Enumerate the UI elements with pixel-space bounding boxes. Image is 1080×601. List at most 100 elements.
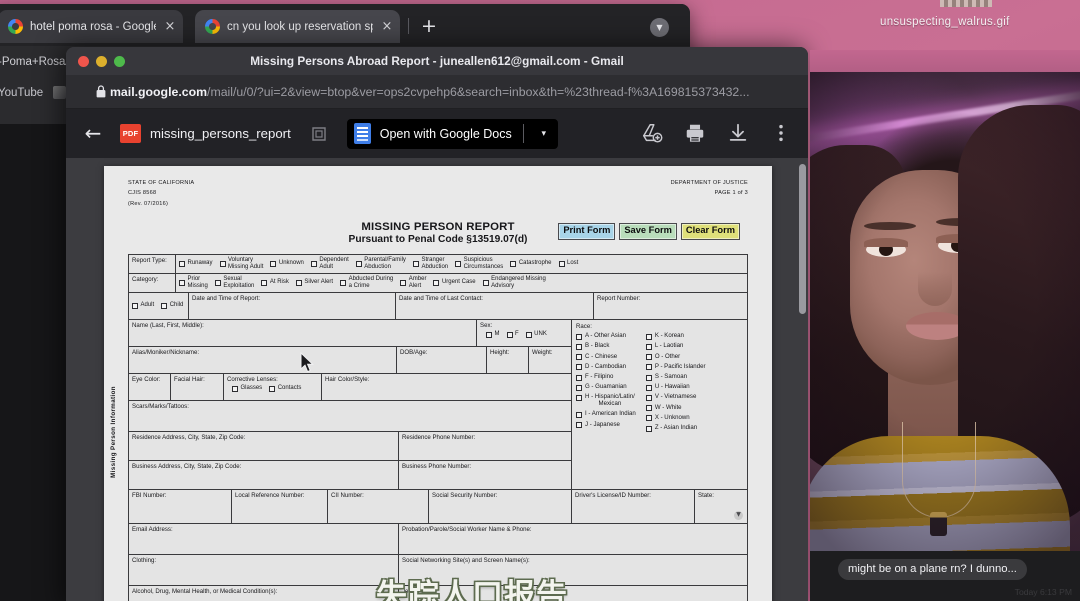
checkbox-box[interactable] xyxy=(645,364,652,371)
minimize-window-button[interactable] xyxy=(96,56,107,67)
maximize-window-button[interactable] xyxy=(114,56,125,67)
checkbox-race-g-guamanian[interactable]: G - Guamanian xyxy=(576,383,636,391)
print-form-button[interactable]: Print Form xyxy=(558,223,616,240)
bookmark-youtube[interactable]: YouTube xyxy=(0,87,43,99)
checkbox-box[interactable] xyxy=(179,279,185,286)
checkbox-box[interactable] xyxy=(576,384,582,391)
checkbox-dependent-adult[interactable]: Dependent Adult xyxy=(310,257,349,271)
checkbox-box[interactable] xyxy=(558,260,565,267)
download-icon[interactable] xyxy=(727,122,751,146)
checkbox-race-a-other-asian[interactable]: A - Other Asian xyxy=(576,332,636,340)
checkbox-box[interactable] xyxy=(576,343,582,350)
browser-tab-2[interactable]: cn you look up reservation sp × xyxy=(195,10,400,43)
checkbox-race-o-other[interactable]: O - Other xyxy=(645,353,706,361)
report-number-field[interactable]: Report Number: xyxy=(594,293,747,319)
eye-color-field[interactable]: Eye Color: xyxy=(129,373,171,400)
checkbox-box[interactable] xyxy=(219,260,226,267)
checkbox-race-p-pacific-islander[interactable]: P - Pacific Islander xyxy=(645,363,706,371)
fbi-number-field[interactable]: FBI Number: xyxy=(129,489,232,523)
state-dropdown-field[interactable]: State: ▼ xyxy=(695,490,747,523)
checkbox-lost[interactable]: Lost xyxy=(558,260,578,267)
residence-address-field[interactable]: Residence Address, City, State, Zip Code… xyxy=(129,431,399,460)
checkbox-box[interactable] xyxy=(510,260,517,267)
date-of-last-contact-field[interactable]: Date and Time of Last Contact: xyxy=(396,292,594,319)
clear-form-button[interactable]: Clear Form xyxy=(680,223,740,240)
close-window-button[interactable] xyxy=(78,56,89,67)
checkbox-parental-family-abduction[interactable]: Parental/Family Abduction xyxy=(355,257,406,271)
weight-field[interactable]: Weight: xyxy=(529,347,571,373)
checkbox-box[interactable] xyxy=(179,260,185,267)
checkbox-box[interactable] xyxy=(576,364,582,371)
checkbox-race-d-cambodian[interactable]: D - Cambodian xyxy=(576,363,636,371)
business-address-field[interactable]: Business Address, City, State, Zip Code: xyxy=(129,460,399,489)
hair-color-style-field[interactable]: Hair Color/Style: xyxy=(322,374,571,400)
checkbox-urgent-case[interactable]: Urgent Case xyxy=(433,279,476,286)
checkbox-amber-alert[interactable]: Amber Alert xyxy=(400,276,426,290)
checkbox-race-z-asian-indian[interactable]: Z - Asian Indian xyxy=(645,424,706,432)
checkbox-race-f-filipino[interactable]: F - Filipino xyxy=(576,373,636,381)
checkbox-sex-female[interactable]: F xyxy=(506,331,519,338)
checkbox-race-b-black[interactable]: B - Black xyxy=(576,343,636,350)
print-icon[interactable] xyxy=(684,122,708,146)
checkbox-box[interactable] xyxy=(310,260,317,267)
back-arrow-icon[interactable]: ← xyxy=(80,121,106,147)
checkbox-race-i-american-indian[interactable]: I - American Indian xyxy=(576,411,636,418)
checkbox-at-risk[interactable]: At Risk xyxy=(261,279,289,286)
checkbox-race-u-hawaiian[interactable]: U - Hawaiian xyxy=(645,383,706,391)
checkbox-voluntary-missing-adult[interactable]: Voluntary Missing Adult xyxy=(219,257,263,271)
checkbox-box[interactable] xyxy=(412,260,419,267)
checkbox-box[interactable] xyxy=(645,415,652,422)
alias-field[interactable]: Alias/Moniker/Nickname: xyxy=(129,346,397,373)
checkbox-box[interactable] xyxy=(132,302,138,309)
close-tab-1-icon[interactable]: × xyxy=(163,20,177,34)
checkbox-box[interactable] xyxy=(645,354,652,361)
checkbox-box[interactable] xyxy=(486,331,492,338)
checkbox-box[interactable] xyxy=(645,333,652,340)
checkbox-box[interactable] xyxy=(433,279,440,286)
chevron-down-icon[interactable]: ▼ xyxy=(734,510,743,520)
checkbox-race-v-vietnamese[interactable]: V - Vietnamese xyxy=(645,394,706,401)
pdf-viewer-window[interactable]: Missing Persons Abroad Report - junealle… xyxy=(66,47,808,601)
name-field[interactable]: Name (Last, First, Middle): xyxy=(129,319,477,346)
residence-phone-field[interactable]: Residence Phone Number: xyxy=(399,432,571,460)
checkbox-box[interactable] xyxy=(269,385,276,392)
checkbox-runaway[interactable]: Runaway xyxy=(179,260,213,267)
facial-hair-field[interactable]: Facial Hair: xyxy=(171,373,224,400)
checkbox-box[interactable] xyxy=(576,411,582,418)
checkbox-box[interactable] xyxy=(576,333,582,340)
webcam-video-feed[interactable] xyxy=(810,50,1080,601)
checkbox-box[interactable] xyxy=(645,374,652,381)
business-phone-field[interactable]: Business Phone Number: xyxy=(399,461,571,489)
checkbox-race-w-white[interactable]: W - White xyxy=(645,404,706,412)
checkbox-endangered-missing-advisory[interactable]: Endangered Missing Advisory xyxy=(482,276,546,290)
checkbox-box[interactable] xyxy=(214,279,221,286)
checkbox-box[interactable] xyxy=(576,394,582,401)
more-options-icon[interactable] xyxy=(770,122,794,146)
checkbox-box[interactable] xyxy=(161,302,168,309)
checkbox-catastrophe[interactable]: Catastrophe xyxy=(510,260,552,267)
checkbox-box[interactable] xyxy=(645,394,652,401)
checkbox-box[interactable] xyxy=(400,279,407,286)
checkbox-box[interactable] xyxy=(506,331,513,338)
close-tab-2-icon[interactable]: × xyxy=(380,20,394,34)
checkbox-child[interactable]: Child xyxy=(161,302,183,309)
add-to-drive-small-icon[interactable] xyxy=(309,124,329,144)
email-address-field[interactable]: Email Address: xyxy=(129,523,399,554)
chevron-down-icon[interactable]: ▾ xyxy=(535,129,553,139)
checkbox-box[interactable] xyxy=(645,384,652,391)
checkbox-unknown[interactable]: Unknown xyxy=(270,260,304,267)
checkbox-box[interactable] xyxy=(232,385,238,392)
checkbox-sex-unknown[interactable]: UNK xyxy=(525,331,547,338)
date-of-report-field[interactable]: Date and Time of Report: xyxy=(189,292,396,319)
height-field[interactable]: Height: xyxy=(487,346,529,373)
open-with-google-docs-button[interactable]: Open with Google Docs ▾ xyxy=(346,118,558,149)
omnibox[interactable]: mail.google.com/mail/u/0/?ui=2&view=btop… xyxy=(66,75,808,109)
checkbox-race-x-unknown[interactable]: X - Unknown xyxy=(645,414,706,422)
pdf-scrollbar[interactable] xyxy=(799,164,806,314)
local-reference-number-field[interactable]: Local Reference Number: xyxy=(232,489,328,523)
checkbox-box[interactable] xyxy=(525,331,532,338)
cii-number-field[interactable]: CII Number: xyxy=(328,489,429,523)
checkbox-race-l-laotian[interactable]: L - Laotian xyxy=(645,343,706,350)
checkbox-abducted-during-a-crime[interactable]: Abducted During a Crime xyxy=(340,276,393,290)
save-form-button[interactable]: Save Form xyxy=(619,223,677,240)
